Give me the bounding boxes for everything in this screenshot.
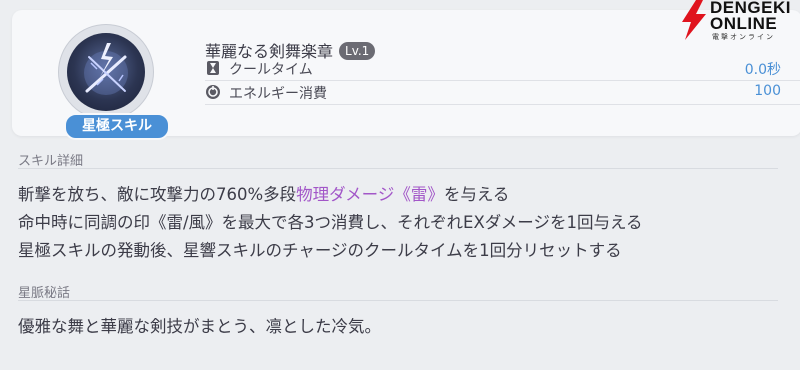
- lightning-sword-icon: [67, 33, 145, 111]
- bolt-logo-icon: [682, 0, 706, 40]
- stat-row-cooldown: クールタイム 0.0秒: [205, 58, 795, 80]
- details-line-3: 星極スキルの発動後、星響スキルのチャージのクールタイムを1回分リセットする: [18, 241, 622, 260]
- energy-icon: [205, 84, 221, 100]
- details-line-1: 斬撃を放ち、敵に攻撃力の760%多段物理ダメージ《雷》を与える: [18, 181, 509, 205]
- hourglass-icon: [205, 60, 221, 76]
- stat-value: 0.0秒: [744, 62, 781, 78]
- stat-label: クールタイム: [229, 62, 313, 78]
- lore-text: 優雅な舞と華麗な剣技がまとう、凛とした冷気。: [18, 317, 381, 336]
- details-heading: スキル詳細: [18, 154, 84, 169]
- watermark-logo: DENGEKI ONLINE 電撃オンライン: [676, 0, 800, 44]
- row-divider: [205, 104, 800, 105]
- skill-emblem: [58, 24, 154, 120]
- watermark-sub: 電撃オンライン: [712, 33, 775, 41]
- section-divider: [18, 168, 778, 169]
- watermark-line2: ONLINE: [710, 14, 778, 33]
- row-divider: [205, 80, 800, 81]
- details-line-2: 命中時に同調の印《雷/風》を最大で各3つ消費し、それぞれEXダメージを1回与える: [18, 213, 643, 232]
- damage-type-highlight: 物理ダメージ《雷》: [296, 185, 444, 204]
- stat-value: 100: [754, 83, 781, 99]
- stat-label: エネルギー消費: [229, 86, 327, 102]
- skill-type-badge: 星極スキル: [64, 113, 170, 140]
- details-text: を与える: [443, 185, 510, 204]
- stat-row-energy: エネルギー消費 100: [205, 82, 795, 104]
- details-text: 斬撃を放ち、敵に攻撃力の760%多段: [18, 185, 297, 204]
- section-divider: [18, 300, 778, 301]
- lore-heading: 星脈秘話: [18, 286, 71, 301]
